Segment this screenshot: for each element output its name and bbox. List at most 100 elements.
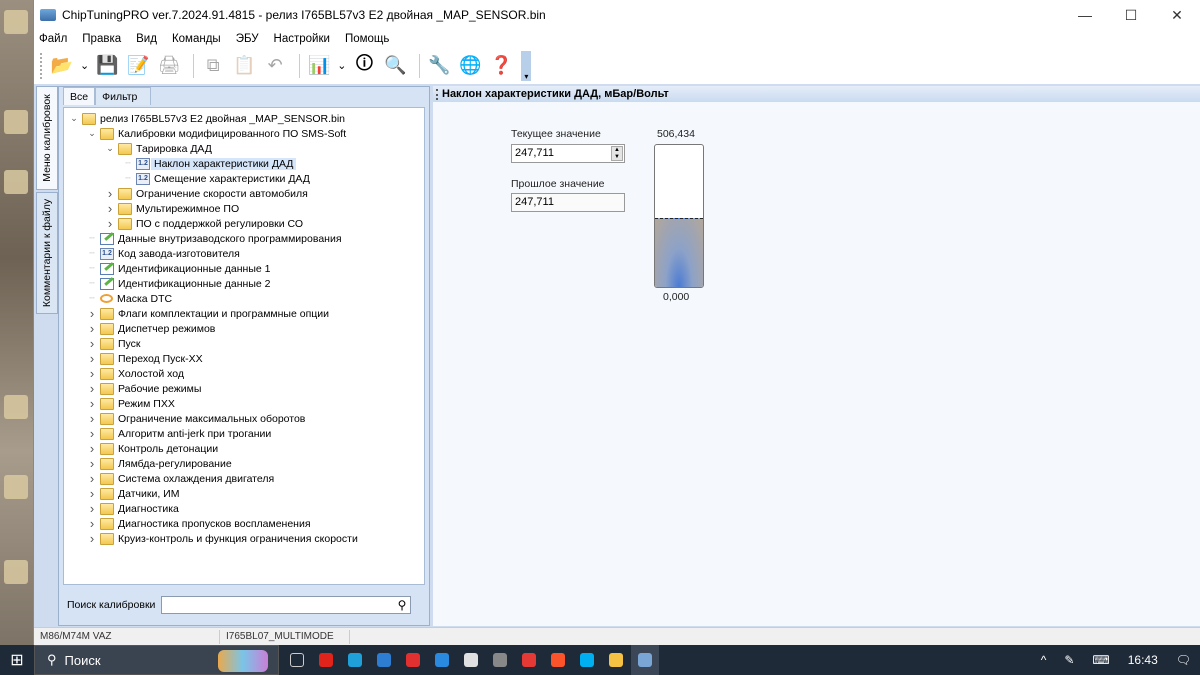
chevron-right-icon[interactable]: › [86,501,98,516]
tree-item[interactable]: › Режим ПХХ [64,396,424,411]
tree-item[interactable]: ┄ 1.2 Смещение характеристики ДАД [64,171,424,186]
tree-item[interactable]: › Холостой ход [64,366,424,381]
maximize-button[interactable]: ☐ [1108,0,1154,30]
tree-item[interactable]: ┄ Идентификационные данные 2 [64,276,424,291]
chevron-down-icon[interactable]: ⌄ [86,128,98,139]
taskbar-search[interactable]: ⚲ Поиск [34,645,279,675]
tree-item[interactable]: ⌄ Тарировка ДАД [64,141,424,156]
brave-icon[interactable] [544,645,572,675]
explorer-icon[interactable] [602,645,630,675]
toolbar-grip[interactable] [40,52,43,79]
search-input[interactable]: ⚲ [161,596,412,614]
skype-icon[interactable] [573,645,601,675]
task-view-icon[interactable] [283,645,311,675]
desktop-icon[interactable] [4,110,28,134]
chevron-right-icon[interactable]: › [86,426,98,441]
chevron-right-icon[interactable]: › [104,201,116,216]
tab-file-comments[interactable]: Комментарии к файлу [36,192,58,314]
tree-item[interactable]: ┄ 1.2 Код завода-изготовителя [64,246,424,261]
menu-item[interactable]: ЭБУ [236,33,259,45]
tab-calibration-menu[interactable]: Меню калибровок [36,86,58,190]
open-icon[interactable]: 📂 [49,53,75,79]
chevron-down-icon[interactable]: ⌄ [68,113,80,124]
pen-icon[interactable]: ✎ [1064,653,1074,667]
yandex-music-icon[interactable] [399,645,427,675]
desktop-icon[interactable] [4,560,28,584]
tree-item[interactable]: › Алгоритм anti-jerk при трогании [64,426,424,441]
chevron-right-icon[interactable]: › [86,321,98,336]
mail-icon[interactable] [428,645,456,675]
paste-icon[interactable]: 📋 [231,53,257,79]
tree-item[interactable]: › Диагностика [64,501,424,516]
tree-item[interactable]: › Рабочие режимы [64,381,424,396]
search-hex-icon[interactable]: 🔍 [382,53,408,79]
close-button[interactable]: ✕ [1154,0,1200,30]
tree-item[interactable]: ┄ Данные внутризаводского программировани… [64,231,424,246]
chevron-right-icon[interactable]: › [86,366,98,381]
tree-item[interactable]: › Диагностика пропусков воспламенения [64,516,424,531]
tree-item[interactable]: › Пуск [64,336,424,351]
tray-chevron-icon[interactable]: ^ [1041,653,1047,667]
minimize-button[interactable]: — [1062,0,1108,30]
chevron-right-icon[interactable]: › [86,306,98,321]
tab-all[interactable]: Все [63,87,96,105]
spinner[interactable]: ▲ ▼ [611,146,623,161]
menu-item[interactable]: Команды [172,33,221,45]
yandex-browser-icon[interactable] [515,645,543,675]
chevron-right-icon[interactable]: › [104,216,116,231]
tab-filter[interactable]: Фильтр [95,87,152,105]
opera-icon[interactable] [312,645,340,675]
tree-item[interactable]: › Ограничение скорости автомобиля [64,186,424,201]
chart-icon[interactable]: 📊 [306,53,332,79]
shield-icon[interactable] [486,645,514,675]
chevron-right-icon[interactable]: › [86,381,98,396]
tree-item[interactable]: › Контроль детонации [64,441,424,456]
current-value-input[interactable]: 247,711 ▲ ▼ [511,144,625,163]
chevron-right-icon[interactable]: › [86,351,98,366]
chevron-down-icon[interactable]: ⌄ [80,59,89,72]
chevron-right-icon[interactable]: › [86,471,98,486]
chevron-right-icon[interactable]: › [86,531,98,546]
menu-item[interactable]: Помощь [345,33,389,45]
save-icon[interactable]: 💾 [94,53,120,79]
chevron-right-icon[interactable]: › [86,486,98,501]
value-gauge[interactable] [654,144,704,288]
chevron-down-icon[interactable]: ⌄ [337,59,346,72]
save-as-icon[interactable]: 📝 [125,53,151,79]
chevron-right-icon[interactable]: › [86,456,98,471]
info-icon[interactable]: 🛈 [351,53,377,79]
toolbar-overflow-button[interactable]: ▾ [521,50,532,81]
chevron-right-icon[interactable]: › [86,411,98,426]
menu-item[interactable]: Вид [136,33,157,45]
edge-icon[interactable] [341,645,369,675]
tree-item[interactable]: › ПО с поддержкой регулировки СО [64,216,424,231]
menu-item[interactable]: Файл [39,33,67,45]
search-icon[interactable]: ⚲ [398,598,407,612]
tree-item[interactable]: › Флаги комплектации и программные опции [64,306,424,321]
tree-item[interactable]: ⌄ Калибровки модифицированного ПО SMS-Sof… [64,126,424,141]
notifications-icon[interactable]: 🗨 [1176,653,1191,667]
desktop-icon[interactable] [4,170,28,194]
tree-item[interactable]: › Лямбда-регулирование [64,456,424,471]
chevron-right-icon[interactable]: › [86,441,98,456]
undo-icon[interactable]: ↶ [262,53,288,79]
tree-item[interactable]: › Датчики, ИМ [64,486,424,501]
chevron-right-icon[interactable]: › [104,186,116,201]
tools-icon[interactable]: 🔧 [426,53,452,79]
desktop-icon[interactable] [4,395,28,419]
network-icon[interactable]: 🌐 [457,53,483,79]
chiptuningpro-icon[interactable] [631,645,659,675]
tree-item[interactable]: ┄ Идентификационные данные 1 [64,261,424,276]
desktop-icon[interactable] [4,10,28,34]
chevron-right-icon[interactable]: › [86,516,98,531]
tree-item[interactable]: › Диспетчер режимов [64,321,424,336]
menu-item[interactable]: Настройки [274,33,330,45]
tree-item[interactable]: › Ограничение максимальных оборотов [64,411,424,426]
help-icon[interactable]: ❓ [488,53,514,79]
tree-item[interactable]: ┄ 1.2 Наклон характеристики ДАД [64,156,424,171]
tree-item[interactable]: › Система охлаждения двигателя [64,471,424,486]
print-icon[interactable]: 🖨 [156,53,182,79]
tree-item[interactable]: ┄ Маска DTC [64,291,424,306]
keyboard-icon[interactable]: ⌨ [1092,653,1109,667]
tree-item[interactable]: ⌄ релиз I765BL57v3 E2 двойная _MAP_SENSOR… [64,111,424,126]
